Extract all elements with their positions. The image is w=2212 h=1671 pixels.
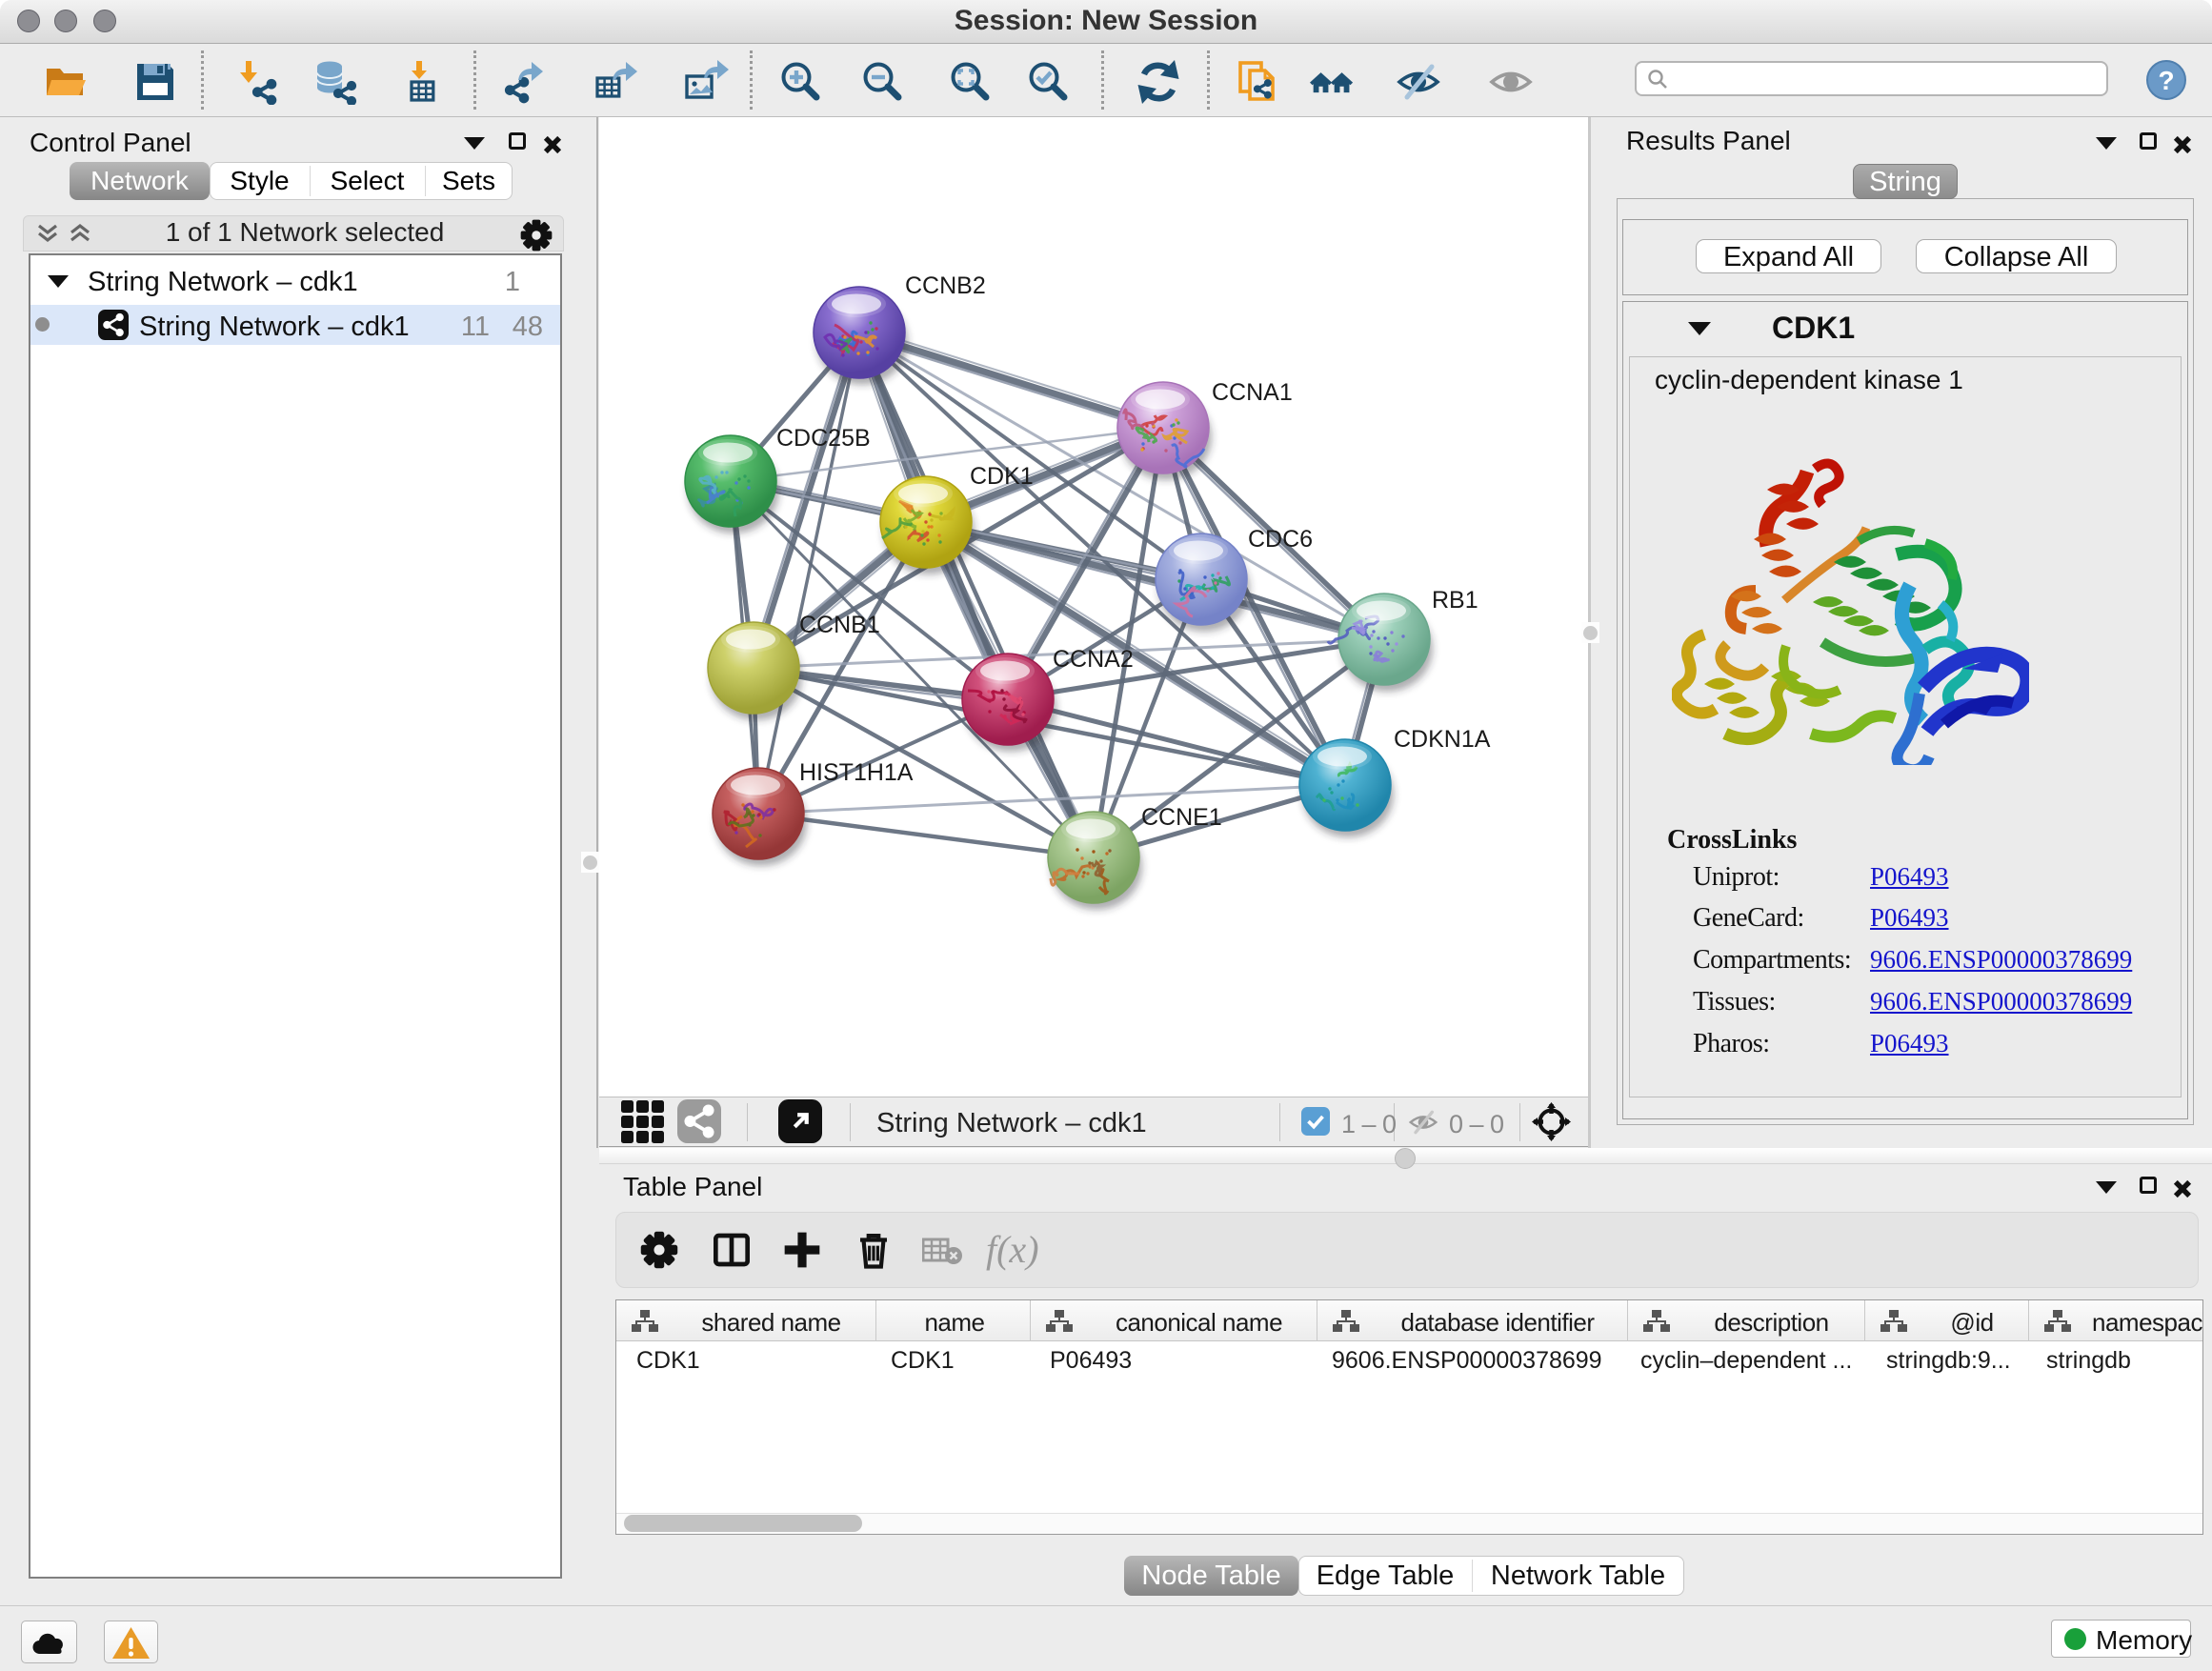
svg-text:CCNB1: CCNB1 (799, 612, 880, 638)
svg-text:CCNE1: CCNE1 (1141, 804, 1222, 831)
svg-text:HIST1H1A: HIST1H1A (799, 759, 914, 786)
svg-text:CDKN1A: CDKN1A (1394, 726, 1491, 753)
svg-text:CDK1: CDK1 (970, 463, 1034, 490)
svg-text:CCNB2: CCNB2 (905, 272, 986, 299)
svg-text:CCNA1: CCNA1 (1212, 379, 1293, 406)
svg-text:CCNA2: CCNA2 (1053, 646, 1134, 673)
svg-text:RB1: RB1 (1432, 587, 1478, 614)
svg-text:CDC6: CDC6 (1248, 526, 1313, 553)
svg-text:CDC25B: CDC25B (776, 425, 871, 452)
